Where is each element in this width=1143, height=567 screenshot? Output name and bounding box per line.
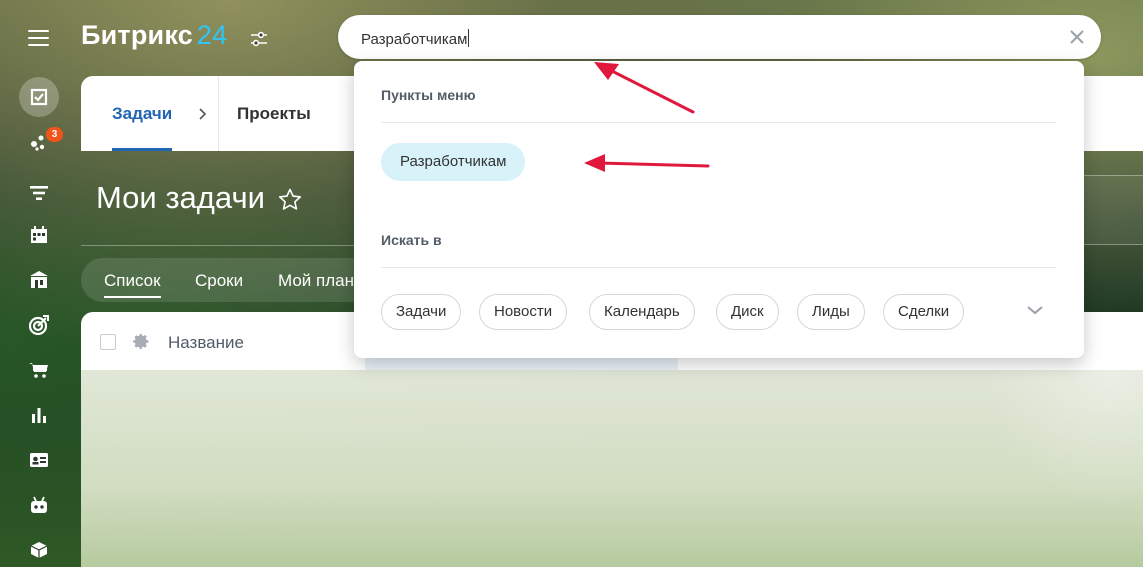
chevron-right-icon (199, 108, 207, 120)
tab-projects[interactable]: Проекты (237, 76, 311, 151)
tabs-panel-right (1084, 76, 1143, 151)
menu-icon[interactable] (28, 30, 49, 46)
target-icon[interactable] (19, 305, 59, 345)
chart-icon[interactable] (19, 395, 59, 435)
chevron-down-icon[interactable] (1025, 303, 1045, 317)
search-input[interactable]: Разработчикам (338, 15, 1101, 59)
box-icon[interactable] (19, 530, 59, 567)
left-sidebar: 3 (0, 0, 80, 567)
feed-icon[interactable]: 3 (19, 122, 63, 162)
tab-divider (218, 76, 219, 151)
grid-body (81, 370, 1143, 567)
grid-header: Название (81, 312, 371, 370)
calendar-icon[interactable] (19, 215, 59, 255)
search-in-leads-chip[interactable]: Лиды (797, 294, 865, 330)
search-in-news-chip[interactable]: Новости (479, 294, 568, 330)
search-in-calendar-chip[interactable]: Календарь (589, 294, 695, 330)
filter-icon[interactable] (19, 173, 59, 213)
search-in-deals-chip[interactable]: Сделки (883, 294, 965, 330)
robot-icon[interactable] (19, 485, 59, 525)
title-divider (81, 245, 361, 246)
menu-items-section-title: Пункты меню (381, 87, 476, 103)
view-switcher: Список Сроки Мой план (81, 258, 371, 302)
tasks-icon[interactable] (19, 77, 59, 117)
page-title: Мои задачи (96, 180, 265, 215)
logo-number: 24 (196, 20, 228, 50)
app-logo[interactable]: Битрикс 24 (81, 20, 227, 51)
settings-sliders-icon[interactable] (250, 30, 268, 48)
grid-header-strip (365, 356, 678, 370)
column-name-header[interactable]: Название (168, 333, 244, 353)
view-my-plan[interactable]: Мой план (278, 271, 354, 291)
cart-icon[interactable] (19, 350, 59, 390)
tab-tasks[interactable]: Задачи (112, 76, 173, 151)
bank-icon[interactable] (19, 260, 59, 300)
view-deadlines[interactable]: Сроки (195, 271, 243, 291)
close-icon[interactable] (1067, 27, 1087, 47)
select-all-checkbox[interactable] (100, 334, 116, 350)
gear-icon[interactable] (133, 333, 150, 350)
menu-result-item[interactable]: Разработчикам (381, 143, 526, 181)
search-in-tasks-chip[interactable]: Задачи (381, 294, 462, 330)
search-value: Разработчикам (361, 31, 468, 48)
toolbar-right-area (1084, 175, 1143, 245)
search-in-section-title: Искать в (381, 232, 442, 248)
contact-card-icon[interactable] (19, 440, 59, 480)
logo-text: Битрикс (81, 20, 193, 50)
search-in-disk-chip[interactable]: Диск (716, 294, 779, 330)
divider (381, 122, 1056, 123)
view-list[interactable]: Список (104, 271, 161, 298)
divider (381, 267, 1056, 268)
notification-badge: 3 (46, 127, 63, 142)
tasks-tabs-panel: Задачи Проекты (81, 76, 381, 151)
star-icon[interactable] (277, 187, 303, 213)
search-dropdown: Пункты меню Разработчикам Искать в Задач… (354, 61, 1084, 358)
